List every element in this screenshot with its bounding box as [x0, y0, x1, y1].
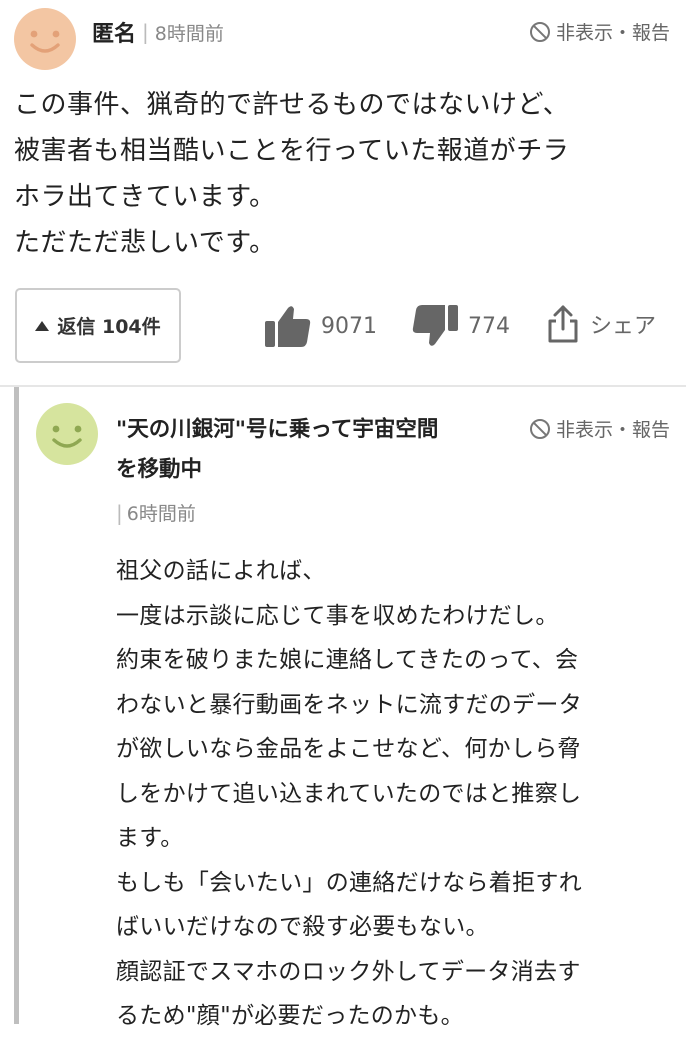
block-icon [529, 21, 550, 42]
comment-line: ホラ出てきています。 [14, 182, 276, 212]
thumbs-down-icon [412, 305, 458, 346]
share-icon [548, 305, 578, 343]
hide-report-link[interactable]: 非表示・報告 [529, 415, 670, 442]
comment-body: この事件、猟奇的で許せるものではないけど、 被害者も相当酷いことを行っていた報道… [14, 82, 674, 266]
like-button[interactable]: 9071 [265, 305, 377, 347]
reply-line: もしも「会いたい」の連絡だけなら着拒すれ [116, 869, 582, 896]
reply-line: 顔認証でスマホのロック外してデータ消去す [116, 958, 581, 985]
dislike-count: 774 [468, 313, 510, 339]
thread-line [14, 387, 19, 1024]
caret-up-icon [35, 320, 50, 331]
comment-line: ただただ悲しいです。 [14, 228, 276, 258]
reply-line: 祖父の話によれば、 [116, 558, 326, 584]
author-name[interactable]: 匿名 [92, 16, 136, 48]
thumbs-up-icon [265, 306, 311, 347]
hide-report-label: 非表示・報告 [555, 419, 670, 441]
smiley-face-icon [36, 403, 98, 465]
timestamp: 6時間前 [126, 503, 196, 525]
reply-line: が欲しいなら金品をよこせなど、何かしら脅 [116, 736, 581, 762]
reply-count-button[interactable]: 返信 104件 [15, 288, 181, 363]
reply-author-name[interactable]: "天の川銀河"号に乗って宇宙空間 を移動中 [116, 410, 438, 490]
reply-line: 一度は示談に応じて事を収めたわけだし。 [116, 602, 559, 629]
avatar[interactable] [14, 8, 76, 70]
reply-author-line: を移動中 [116, 457, 203, 482]
dislike-button[interactable]: 774 [412, 305, 510, 347]
reply-line: しをかけて追い込まれていたのではと推察し [116, 780, 582, 807]
avatar[interactable] [36, 403, 98, 465]
share-button[interactable]: シェア [546, 304, 656, 344]
comment-line: この事件、猟奇的で許せるものではないけど、 [14, 90, 570, 120]
hide-report-link[interactable]: 非表示・報告 [529, 18, 670, 45]
block-icon [529, 418, 550, 439]
reply-line: ばいいだけなので殺す必要もない。 [116, 914, 489, 940]
timestamp: 8時間前 [154, 22, 224, 45]
hide-report-label: 非表示・報告 [555, 22, 670, 44]
reply-count-label: 返信 104件 [57, 316, 161, 338]
reply-author-line: "天の川銀河"号に乗って宇宙空間 [116, 417, 439, 442]
smiley-face-icon [14, 8, 76, 70]
reply-line: 約束を破りまた娘に連絡してきたのって、会 [116, 647, 579, 673]
like-count: 9071 [321, 313, 377, 339]
divider [0, 385, 686, 387]
reply-line: わないと暴行動画をネットに流すだのデータ [116, 691, 582, 718]
reply-body: 祖父の話によれば、 一度は示談に応じて事を収めたわけだし。 約束を破りまた娘に連… [116, 549, 676, 1039]
comment-line: 被害者も相当酷いことを行っていた報道がチラ [14, 136, 570, 166]
separator: | [116, 500, 123, 525]
reply-line: るため"顔"が必要だったのかも。 [116, 1003, 464, 1029]
share-label: シェア [590, 314, 657, 339]
separator: | [142, 20, 149, 44]
reply-line: ます。 [116, 825, 184, 851]
